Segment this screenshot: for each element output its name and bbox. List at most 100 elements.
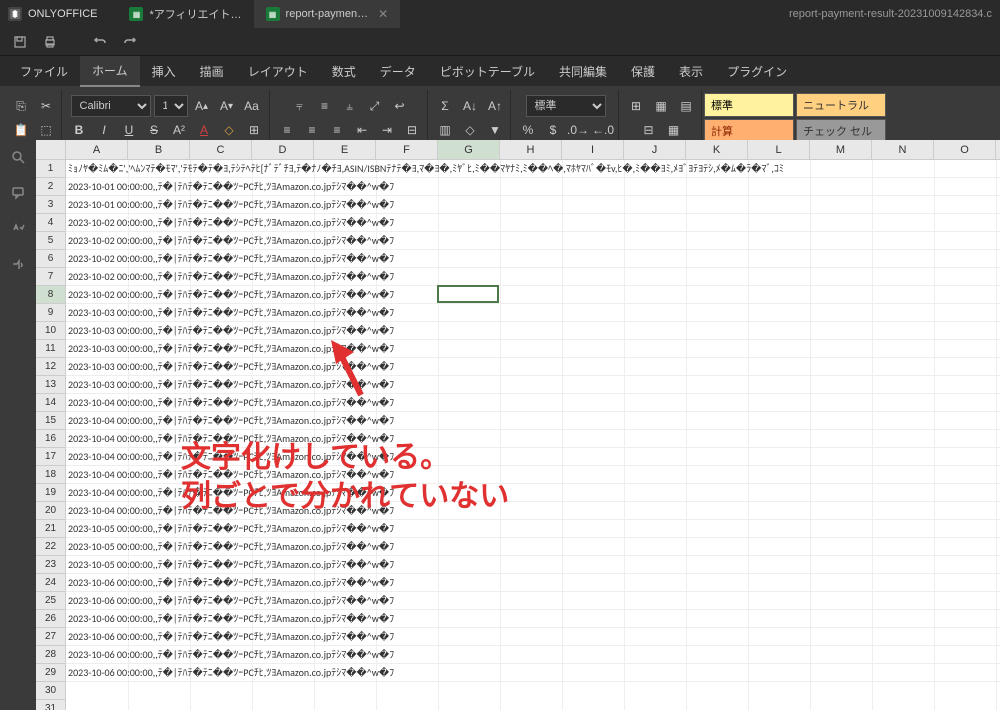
cell-row-25[interactable]: 2023-10-06 00:00:00,,ﾃ�|ﾃﾊﾃ�ﾃﾆ��ﾂｰPCﾁﾋ,ﾂ… [66,592,500,609]
row-header-26[interactable]: 26 [36,610,66,628]
search-icon[interactable] [9,148,27,166]
menu-draw[interactable]: 描画 [188,57,236,86]
cell-row-9[interactable]: 2023-10-03 00:00:00,,ﾃ�|ﾃﾊﾃ�ﾃﾆ��ﾂｰPCﾁﾋ,ﾂ… [66,304,500,321]
tab-0[interactable]: ▦ *アフィリエイト… [117,0,253,28]
col-header-I[interactable]: I [562,140,624,160]
dec-dec-icon[interactable]: ←.0 [592,119,614,141]
format-icon[interactable]: ▦ [663,119,685,141]
cut-icon[interactable]: ✂ [35,95,57,117]
row-header-6[interactable]: 6 [36,250,66,268]
cell-row-26[interactable]: 2023-10-06 00:00:00,,ﾃ�|ﾃﾊﾃ�ﾃﾆ��ﾂｰPCﾁﾋ,ﾂ… [66,610,500,627]
cell-row-21[interactable]: 2023-10-05 00:00:00,,ﾃ�|ﾃﾊﾃ�ﾃﾆ��ﾂｰPCﾁﾋ,ﾂ… [66,520,500,537]
fill-color-icon[interactable]: ◇ [218,119,240,141]
row-header-27[interactable]: 27 [36,628,66,646]
align-bottom-icon[interactable]: ⫨ [339,95,361,117]
col-header-B[interactable]: B [128,140,190,160]
underline-icon[interactable]: U [118,119,140,141]
row-header-30[interactable]: 30 [36,682,66,700]
cells-area[interactable]: ﾐｮﾉﾔ�ﾐﾑ�ﾆ','ﾍﾑﾝﾏﾃ�ﾓﾏ','ﾃﾓﾃ�ﾃ�ﾖ,ﾃｼﾃﾍﾃﾋ[ﾅﾞ… [66,160,1000,710]
copy-icon[interactable]: ⎘ [10,95,32,117]
cell-row-18[interactable]: 2023-10-04 00:00:00,,ﾃ�|ﾃﾊﾃ�ﾃﾆ��ﾂｰPCﾁﾋ,ﾂ… [66,466,500,483]
menu-home[interactable]: ホーム [80,56,140,87]
col-header-J[interactable]: J [624,140,686,160]
col-header-L[interactable]: L [748,140,810,160]
row-header-13[interactable]: 13 [36,376,66,394]
col-header-F[interactable]: F [376,140,438,160]
border-icon[interactable]: ⊞ [243,119,265,141]
row-header-14[interactable]: 14 [36,394,66,412]
align-center-icon[interactable]: ≡ [301,119,323,141]
select-all-corner[interactable] [36,140,66,160]
cell-row-24[interactable]: 2023-10-06 00:00:00,,ﾃ�|ﾃﾊﾃ�ﾃﾆ��ﾂｰPCﾁﾋ,ﾂ… [66,574,500,591]
row-header-21[interactable]: 21 [36,520,66,538]
indent-dec-icon[interactable]: ⇤ [351,119,373,141]
row-header-25[interactable]: 25 [36,592,66,610]
cell-row-13[interactable]: 2023-10-03 00:00:00,,ﾃ�|ﾃﾊﾃ�ﾃﾆ��ﾂｰPCﾁﾋ,ﾂ… [66,376,500,393]
row-header-3[interactable]: 3 [36,196,66,214]
cell-row-2[interactable]: 2023-10-01 00:00:00,,ﾃ�|ﾃﾊﾃ�ﾃﾆ��ﾂｰPCﾁﾋ,ﾂ… [66,178,500,195]
currency-icon[interactable]: $ [542,119,564,141]
tab-1[interactable]: ▦ report-paymen… ✕ [254,0,401,28]
col-header-D[interactable]: D [252,140,314,160]
cell-row-15[interactable]: 2023-10-04 00:00:00,,ﾃ�|ﾃﾊﾃ�ﾃﾆ��ﾂｰPCﾁﾋ,ﾂ… [66,412,500,429]
cell-row-10[interactable]: 2023-10-03 00:00:00,,ﾃ�|ﾃﾊﾃ�ﾃﾆ��ﾂｰPCﾁﾋ,ﾂ… [66,322,500,339]
cell-row-7[interactable]: 2023-10-02 00:00:00,,ﾃ�|ﾃﾊﾃ�ﾃﾆ��ﾂｰPCﾁﾋ,ﾂ… [66,268,500,285]
italic-icon[interactable]: I [93,119,115,141]
cell-row-28[interactable]: 2023-10-06 00:00:00,,ﾃ�|ﾃﾊﾃ�ﾃﾆ��ﾂｰPCﾁﾋ,ﾂ… [66,646,500,663]
menu-protect[interactable]: 保護 [619,57,667,86]
cell-row-5[interactable]: 2023-10-02 00:00:00,,ﾃ�|ﾃﾊﾃ�ﾃﾆ��ﾂｰPCﾁﾋ,ﾂ… [66,232,500,249]
dec-inc-icon[interactable]: .0→ [567,119,589,141]
spell-icon[interactable] [9,220,27,238]
feedback-icon[interactable] [9,256,27,274]
row-header-31[interactable]: 31 [36,700,66,710]
paste-icon[interactable]: 📋 [10,119,32,141]
col-header-E[interactable]: E [314,140,376,160]
row-header-24[interactable]: 24 [36,574,66,592]
col-header-A[interactable]: A [66,140,128,160]
menu-insert[interactable]: 挿入 [140,57,188,86]
col-header-P[interactable]: P [996,140,1000,160]
col-header-C[interactable]: C [190,140,252,160]
cell-row-19[interactable]: 2023-10-04 00:00:00,,ﾃ�|ﾃﾊﾃ�ﾃﾆ��ﾂｰPCﾁﾋ,ﾂ… [66,484,500,501]
row-header-18[interactable]: 18 [36,466,66,484]
comment-icon[interactable] [9,184,27,202]
cell-row-29[interactable]: 2023-10-06 00:00:00,,ﾃ�|ﾃﾊﾃ�ﾃﾆ��ﾂｰPCﾁﾋ,ﾂ… [66,664,500,681]
select-icon[interactable]: ⬚ [35,119,57,141]
row-header-4[interactable]: 4 [36,214,66,232]
cell-row-22[interactable]: 2023-10-05 00:00:00,,ﾃ�|ﾃﾊﾃ�ﾃﾆ��ﾂｰPCﾁﾋ,ﾂ… [66,538,500,555]
strike-icon[interactable]: S [143,119,165,141]
percent-icon[interactable]: % [517,119,539,141]
cell-styles[interactable]: 標準 ニュートラル 計算 チェック セル [704,93,886,143]
cell-row-6[interactable]: 2023-10-02 00:00:00,,ﾃ�|ﾃﾊﾃ�ﾃﾆ��ﾂｰPCﾁﾋ,ﾂ… [66,250,500,267]
menu-layout[interactable]: レイアウト [236,57,320,86]
row-header-23[interactable]: 23 [36,556,66,574]
wrap-icon[interactable]: ↩ [389,95,411,117]
row-header-19[interactable]: 19 [36,484,66,502]
style-neutral[interactable]: ニュートラル [796,93,886,117]
cell-row-17[interactable]: 2023-10-04 00:00:00,,ﾃ�|ﾃﾊﾃ�ﾃﾆ��ﾂｰPCﾁﾋ,ﾂ… [66,448,500,465]
cell-row-23[interactable]: 2023-10-05 00:00:00,,ﾃ�|ﾃﾊﾃ�ﾃﾆ��ﾂｰPCﾁﾋ,ﾂ… [66,556,500,573]
table-icon[interactable]: ▤ [675,95,697,117]
increase-font-icon[interactable]: A▴ [191,95,213,117]
align-middle-icon[interactable]: ≡ [314,95,336,117]
change-case-icon[interactable]: Aa [241,95,263,117]
orientation-icon[interactable]: ⤢ [364,95,386,117]
sum-icon[interactable]: Σ [434,95,456,117]
insert-cell-icon[interactable]: ⊞ [625,95,647,117]
sort-desc-icon[interactable]: A↑ [484,95,506,117]
col-header-H[interactable]: H [500,140,562,160]
cell-row-3[interactable]: 2023-10-01 00:00:00,,ﾃ�|ﾃﾊﾃ�ﾃﾆ��ﾂｰPCﾁﾋ,ﾂ… [66,196,500,213]
decrease-font-icon[interactable]: A▾ [216,95,238,117]
cell-row-27[interactable]: 2023-10-06 00:00:00,,ﾃ�|ﾃﾊﾃ�ﾃﾆ��ﾂｰPCﾁﾋ,ﾂ… [66,628,500,645]
col-header-K[interactable]: K [686,140,748,160]
row-header-17[interactable]: 17 [36,448,66,466]
save-icon[interactable] [12,34,28,50]
style-normal[interactable]: 標準 [704,93,794,117]
spreadsheet-grid[interactable]: ABCDEFGHIJKLMNOP 12345678910111213141516… [36,140,1000,710]
row-header-28[interactable]: 28 [36,646,66,664]
row-header-2[interactable]: 2 [36,178,66,196]
col-header-M[interactable]: M [810,140,872,160]
font-size-select[interactable]: 11 [154,95,188,117]
cond-format-icon[interactable]: ▦ [650,95,672,117]
col-header-O[interactable]: O [934,140,996,160]
